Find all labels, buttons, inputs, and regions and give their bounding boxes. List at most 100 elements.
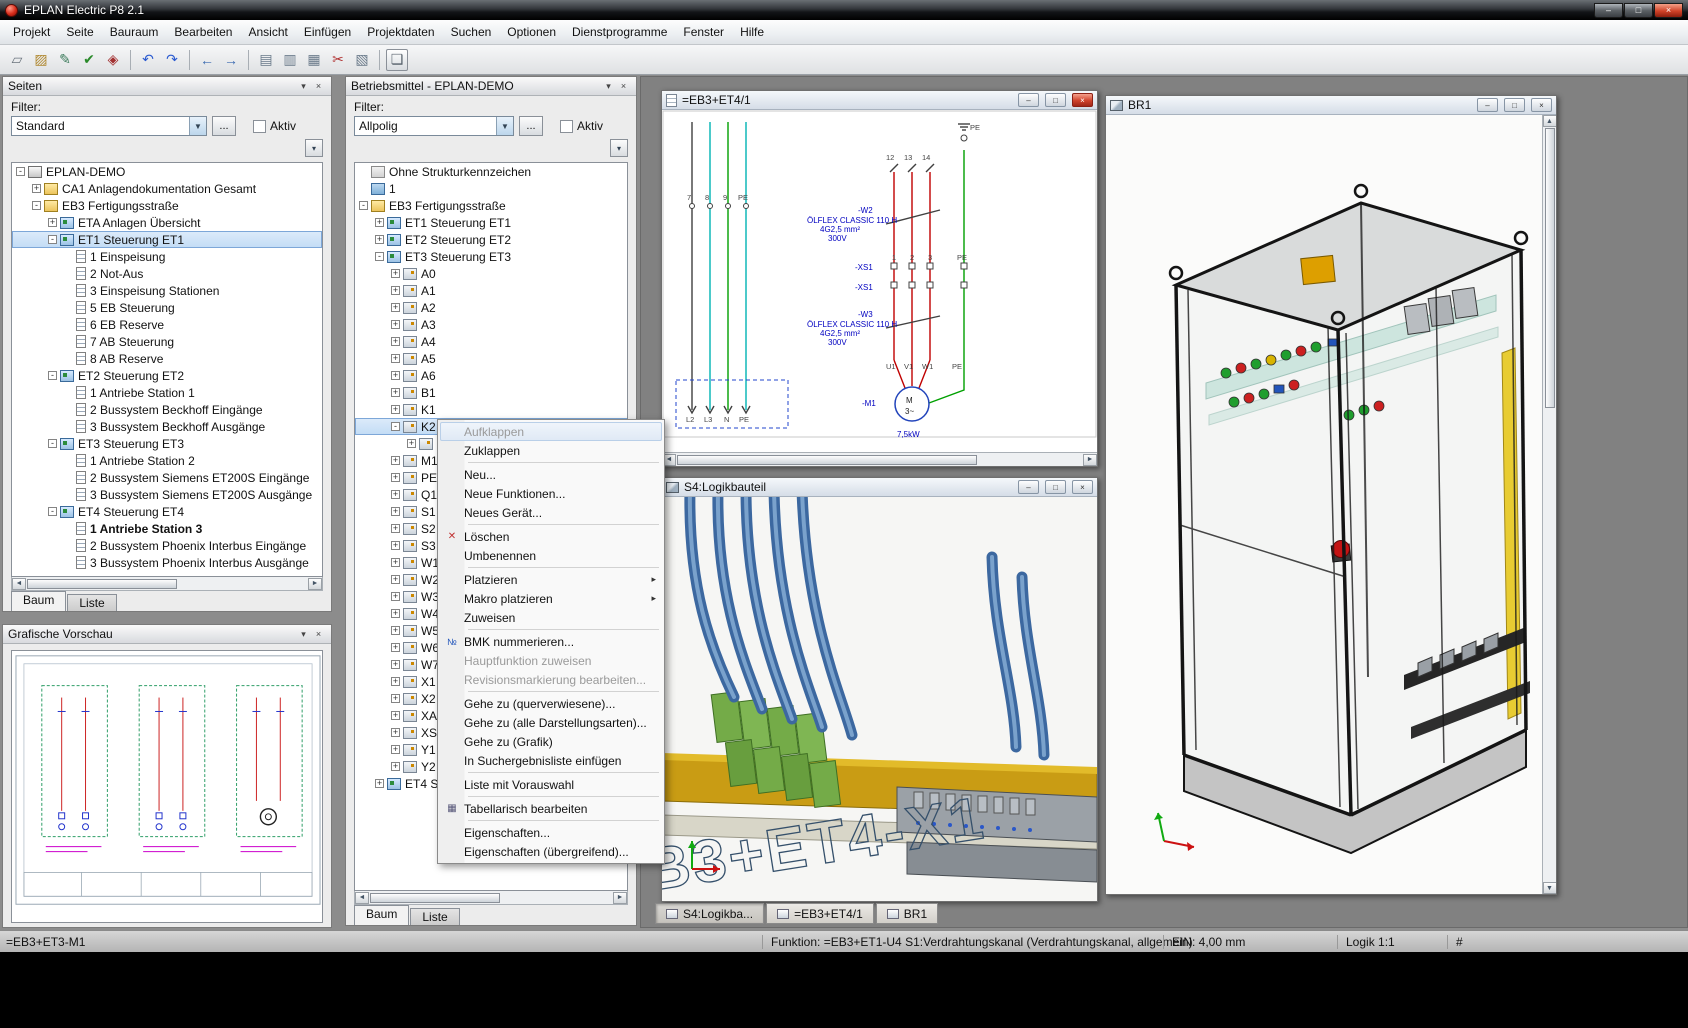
cut-icon[interactable]: ✂ [327,49,349,71]
seal-icon[interactable]: ◈ [102,49,124,71]
tree-item[interactable]: 2 Not-Aus [12,265,322,282]
tree-item[interactable]: +A4 [355,333,627,350]
context-menu-item[interactable]: Neu... [440,465,662,484]
scroll-thumb[interactable] [677,455,977,465]
context-menu-item[interactable]: Gehe zu (querverwiesene)... [440,694,662,713]
window-close-button[interactable]: × [1654,3,1683,18]
tree-item[interactable]: 1 Antriebe Station 3 [12,520,322,537]
expand-toggle-icon[interactable]: + [391,728,400,737]
expand-toggle-icon[interactable]: + [391,337,400,346]
tree-item[interactable]: -EB3 Fertigungsstraße [12,197,322,214]
close-button[interactable]: × [1072,93,1093,107]
expand-toggle-icon[interactable]: + [391,643,400,652]
tree-item[interactable]: +A1 [355,282,627,299]
edit-icon[interactable]: ✎ [54,49,76,71]
scroll-thumb[interactable] [370,893,500,903]
back-icon[interactable]: ← [196,49,218,71]
tree-item[interactable]: 1 Antriebe Station 1 [12,384,322,401]
expand-toggle-icon[interactable]: + [391,609,400,618]
panel-close-icon[interactable]: × [311,627,326,641]
tree-item[interactable]: +A0 [355,265,627,282]
panel-options-button[interactable]: ▾ [610,139,628,157]
menu-hilfe[interactable]: Hilfe [732,22,772,42]
expand-toggle-icon[interactable]: + [48,218,57,227]
paste-icon[interactable]: ▧ [351,49,373,71]
tree-item[interactable]: -ET3 Steuerung ET3 [355,248,627,265]
cabinet-3d-canvas[interactable] [1106,115,1556,894]
scroll-right-icon[interactable]: ► [308,578,322,590]
collapse-toggle-icon[interactable]: - [48,235,57,244]
expand-toggle-icon[interactable]: + [391,660,400,669]
redo-icon[interactable]: ↷ [161,49,183,71]
tree-item[interactable]: 2 Bussystem Siemens ET200S Eingänge [12,469,322,486]
workspace-icon[interactable]: ❏ [386,49,408,71]
expand-toggle-icon[interactable]: + [391,677,400,686]
tree-item[interactable]: -EPLAN-DEMO [12,163,322,180]
expand-toggle-icon[interactable]: + [391,456,400,465]
tree-item[interactable]: Ohne Strukturkennzeichen [355,163,627,180]
tree-item[interactable]: -ET4 Steuerung ET4 [12,503,322,520]
panel-pin-icon[interactable]: ▾ [601,79,616,93]
close-button[interactable]: × [1531,98,1552,112]
expand-toggle-icon[interactable]: + [391,762,400,771]
betriebsmittel-tree-hscrollbar[interactable]: ◄ ► [354,891,628,905]
scroll-down-icon[interactable]: ▼ [1543,882,1557,894]
context-menu-item[interactable]: Umbenennen [440,546,662,565]
new-icon[interactable]: ▱ [6,49,28,71]
forward-icon[interactable]: → [220,49,242,71]
tree-item[interactable]: 5 EB Steuerung [12,299,322,316]
menu-seite[interactable]: Seite [58,22,101,42]
filter-browse-button[interactable]: ... [212,116,236,136]
chevron-down-icon[interactable]: ▼ [189,117,206,135]
tree-item[interactable]: 2 Bussystem Beckhoff Eingänge [12,401,322,418]
tree-item[interactable]: +K1 [355,401,627,418]
expand-toggle-icon[interactable]: + [407,439,416,448]
tree-item[interactable]: 3 Bussystem Siemens ET200S Ausgänge [12,486,322,503]
tree-item[interactable]: +A5 [355,350,627,367]
collapse-toggle-icon[interactable]: - [375,252,384,261]
collapse-toggle-icon[interactable]: - [48,439,57,448]
scroll-thumb[interactable] [1545,128,1555,408]
tree-item[interactable]: +ET2 Steuerung ET2 [355,231,627,248]
context-menu-item[interactable]: Zuklappen [440,441,662,460]
expand-toggle-icon[interactable]: + [391,524,400,533]
logik-window-titlebar[interactable]: S4:Logikbauteil – □ × [662,478,1097,497]
window-tab[interactable]: S4:Logikba... [655,903,764,924]
preview-canvas[interactable] [12,651,324,919]
expand-toggle-icon[interactable]: + [391,473,400,482]
schematic-hscrollbar[interactable]: ◄ ► [662,452,1097,466]
tree-item[interactable]: -ET3 Steuerung ET3 [12,435,322,452]
page-new-icon[interactable]: ▥ [279,49,301,71]
undo-icon[interactable]: ↶ [137,49,159,71]
tab-liste[interactable]: Liste [410,908,459,925]
expand-toggle-icon[interactable]: + [375,218,384,227]
tree-item[interactable]: -ET1 Steuerung ET1 [12,231,322,248]
expand-toggle-icon[interactable]: + [391,745,400,754]
restore-button[interactable]: □ [1045,480,1066,494]
tree-item[interactable]: 3 Einspeisung Stationen [12,282,322,299]
scroll-right-icon[interactable]: ► [1083,454,1097,466]
scroll-left-icon[interactable]: ◄ [355,892,369,904]
context-menu-item[interactable]: ▦Tabellarisch bearbeiten [440,799,662,818]
page-delete-icon[interactable]: ▦ [303,49,325,71]
menu-optionen[interactable]: Optionen [499,22,564,42]
aktiv-checkbox[interactable] [253,120,266,133]
filter-combobox[interactable]: Standard ▼ [11,116,207,136]
expand-toggle-icon[interactable]: + [391,592,400,601]
tree-item[interactable]: 7 AB Steuerung [12,333,322,350]
expand-toggle-icon[interactable]: + [391,490,400,499]
br1-vscrollbar[interactable]: ▲ ▼ [1542,115,1556,894]
tree-item[interactable]: +B1 [355,384,627,401]
expand-toggle-icon[interactable]: + [391,626,400,635]
window-tab[interactable]: =EB3+ET4/1 [766,903,874,924]
minimize-button[interactable]: – [1018,480,1039,494]
context-menu-item[interactable]: Gehe zu (Grafik) [440,732,662,751]
logik-3d-canvas[interactable]: B3+ET4-X1 [662,497,1097,901]
menu-bearbeiten[interactable]: Bearbeiten [166,22,240,42]
collapse-toggle-icon[interactable]: - [32,201,41,210]
expand-toggle-icon[interactable]: + [391,354,400,363]
expand-toggle-icon[interactable]: + [391,541,400,550]
filter-browse-button[interactable]: ... [519,116,543,136]
context-menu-item[interactable]: ✕Löschen [440,527,662,546]
context-menu-item[interactable]: Liste mit Vorauswahl [440,775,662,794]
